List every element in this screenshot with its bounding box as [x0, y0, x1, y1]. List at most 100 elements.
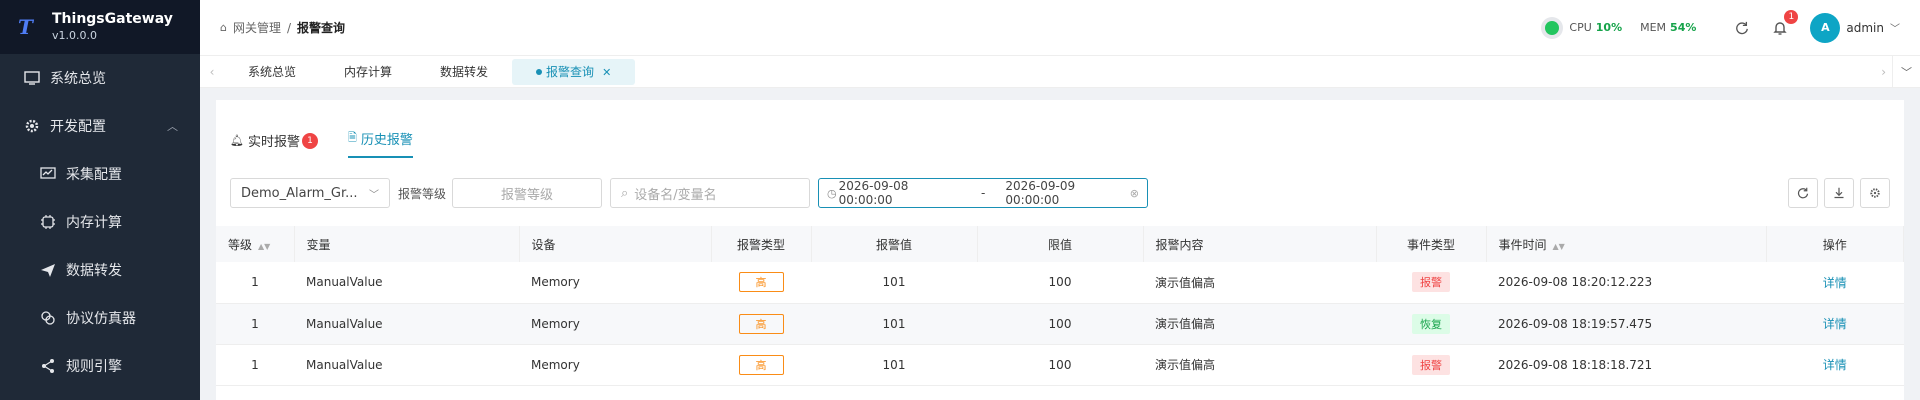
clear-icon[interactable]: ⊗	[1130, 187, 1139, 200]
settings-icon[interactable]	[1860, 178, 1890, 208]
table-row: 1 ManualValue Memory 高 101 100 演示值偏高 报警 …	[216, 262, 1904, 304]
cell-device: Memory	[519, 262, 711, 304]
topbar: ⌂ 网关管理 / 报警查询 CPU 10% MEM 54% 1 A admin …	[200, 0, 1920, 56]
col-alarm-value: 报警值	[811, 226, 978, 262]
sidebar-item-label: 协议仿真器	[66, 311, 136, 327]
search-input[interactable]: ⌕ 设备名/变量名	[610, 178, 811, 208]
tab-alarm-query[interactable]: 报警查询 ✕	[512, 58, 636, 85]
cell-time: 2026-09-08 18:20:12.223	[1486, 262, 1766, 304]
breadcrumb-current: 报警查询	[297, 21, 346, 35]
bell-icon: 🔔︎	[230, 134, 244, 147]
cell-device: Memory	[519, 344, 711, 386]
date-start[interactable]: 2026-09-08 00:00:00	[839, 179, 961, 207]
date-end[interactable]: 2026-09-09 00:00:00	[1005, 179, 1127, 207]
cpu-label: CPU	[1569, 21, 1592, 34]
tab-data-forward[interactable]: 数据转发	[416, 56, 512, 88]
alarm-type-tag: 高	[738, 313, 784, 334]
content-panel: 🔔︎ 实时报警 1 🗎 历史报警 Demo_Alarm_Gr... ﹀ 报警等级 …	[216, 100, 1904, 400]
cell-level: 1	[216, 303, 294, 345]
sidebar-item-rule-engine[interactable]: 规则引擎	[0, 342, 200, 390]
cell-value: 101	[811, 262, 977, 304]
chevron-up-icon: ︿	[167, 120, 178, 133]
alarm-type-tag: 高	[738, 272, 784, 293]
cell-content: 演示值偏高	[1143, 303, 1376, 345]
breadcrumb-item[interactable]: 网关管理	[233, 19, 281, 36]
cell-level: 1	[216, 344, 294, 386]
sidebar-item-memory-compute[interactable]: 内存计算	[0, 198, 200, 246]
sidebar-item-dev-config[interactable]: 开发配置 ︿	[0, 102, 200, 150]
chart-monitor-icon	[40, 166, 56, 182]
cell-variable: ManualValue	[294, 344, 519, 386]
level-label: 报警等级	[398, 186, 447, 201]
date-separator: -	[981, 186, 986, 200]
breadcrumb-separator: /	[287, 20, 292, 35]
sidebar-item-data-forward[interactable]: 数据转发	[0, 246, 200, 294]
detail-link[interactable]: 详情	[1823, 317, 1847, 331]
col-event-type: 事件类型	[1376, 226, 1487, 262]
refresh-icon[interactable]	[1788, 178, 1818, 208]
cell-limit: 100	[977, 344, 1143, 386]
col-level[interactable]: 等级 ▲▼	[216, 226, 295, 262]
cpu-value: 10%	[1595, 21, 1623, 34]
filter-bar: Demo_Alarm_Gr... ﹀ 报警等级 报警等级 ⌕ 设备名/变量名 ◷ 2…	[216, 158, 1904, 210]
refresh-icon[interactable]	[1732, 18, 1752, 38]
sidebar-item-label: 内存计算	[66, 215, 122, 231]
detail-link[interactable]: 详情	[1823, 358, 1847, 372]
tab-memory-compute[interactable]: 内存计算	[320, 56, 416, 88]
tabs-menu-icon[interactable]: ﹀	[1892, 55, 1920, 88]
tab-label: 实时报警	[247, 135, 300, 150]
tab-overview[interactable]: 系统总览	[224, 56, 320, 88]
col-limit: 限值	[977, 226, 1144, 262]
sort-icon[interactable]: ▲▼	[258, 242, 270, 251]
alarm-level-select[interactable]: 报警等级	[452, 178, 603, 208]
table-header-row: 等级 ▲▼ 变量 设备 报警类型 报警值 限值 报警内容 事件类型 事件时间 ▲▼ …	[216, 226, 1904, 262]
chevron-down-icon[interactable]: ﹀	[1890, 20, 1900, 35]
notification-badge: 1	[1784, 9, 1799, 24]
status-indicator	[1545, 20, 1560, 35]
sidebar: T ThingsGateway v1.0.0.0 系统总览 开发配置 ︿ 采集配…	[0, 0, 200, 400]
brand-logo: T	[18, 15, 33, 39]
event-type-tag: 报警	[1412, 354, 1450, 375]
share-icon	[40, 358, 56, 374]
cell-value: 101	[811, 303, 977, 345]
download-icon[interactable]	[1824, 178, 1854, 208]
event-type-tag: 恢复	[1412, 313, 1450, 334]
detail-link[interactable]: 详情	[1823, 276, 1847, 290]
sort-icon[interactable]: ▲▼	[1553, 242, 1565, 251]
tab-realtime-alarm[interactable]: 🔔︎ 实时报警 1	[230, 131, 318, 158]
sidebar-item-label: 规则引擎	[66, 359, 122, 375]
col-event-time[interactable]: 事件时间 ▲▼	[1486, 226, 1767, 262]
tabs-scroll-right-icon[interactable]: ›	[1881, 65, 1886, 79]
sidebar-item-protocol-simulator[interactable]: 协议仿真器	[0, 294, 200, 342]
col-content: 报警内容	[1143, 226, 1377, 262]
clock-icon: ◷	[827, 186, 837, 200]
search-icon: ⌕	[621, 185, 629, 201]
avatar[interactable]: A	[1810, 12, 1841, 43]
col-alarm-type: 报警类型	[711, 226, 812, 262]
brand-version: v1.0.0.0	[52, 29, 97, 42]
sidebar-item-overview[interactable]: 系统总览	[0, 54, 200, 102]
sidebar-item-collect-config[interactable]: 采集配置	[0, 150, 200, 198]
send-icon	[40, 262, 56, 278]
date-range-picker[interactable]: ◷ 2026-09-08 00:00:00 - 2026-09-09 00:00…	[818, 178, 1149, 208]
placeholder: 报警等级	[501, 187, 554, 203]
cell-content: 演示值偏高	[1143, 344, 1376, 386]
tabs-scroll-left-icon[interactable]: ‹	[200, 65, 224, 79]
close-icon[interactable]: ✕	[602, 66, 611, 79]
cell-limit: 100	[977, 303, 1143, 345]
cell-level: 1	[216, 262, 294, 304]
document-icon: 🗎	[347, 131, 357, 144]
sidebar-item-label: 采集配置	[66, 167, 122, 183]
tab-history-alarm[interactable]: 🗎 历史报警	[347, 129, 413, 158]
home-icon[interactable]: ⌂	[220, 21, 227, 34]
gear-icon	[24, 118, 40, 134]
mem-value: 54%	[1670, 21, 1697, 34]
sidebar-item-label: 开发配置	[50, 119, 106, 135]
placeholder: 设备名/变量名	[634, 187, 717, 203]
bell-icon[interactable]: 1	[1770, 9, 1799, 38]
alarm-group-select[interactable]: Demo_Alarm_Gr... ﹀	[230, 178, 390, 208]
col-variable: 变量	[294, 226, 520, 262]
user-name[interactable]: admin	[1846, 21, 1884, 35]
table-row: 1 ManualValue Memory 高 101 100 演示值偏高 恢复 …	[216, 303, 1904, 345]
chevron-down-icon: ﹀	[369, 189, 379, 201]
